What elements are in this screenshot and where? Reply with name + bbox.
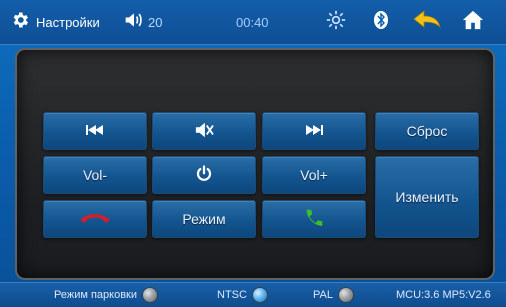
ntsc-label: NTSC [217,289,247,301]
settings-title: Настройки [36,14,100,30]
volume-down-label: Vol- [82,167,108,183]
power-button[interactable] [152,156,256,194]
brightness-button[interactable] [326,0,346,44]
parking-mode-label: Режим парковки [54,289,138,301]
back-arrow-icon [412,9,442,36]
speaker-icon [124,11,144,34]
parking-mode-toggle[interactable]: Режим парковки [54,283,159,307]
previous-track-button[interactable] [43,112,147,150]
reset-button-label: Сброс [406,123,448,139]
version-text: MCU:3.6 MP5:V2.6 [396,289,491,301]
top-bar: Настройки 20 00:40 [0,0,506,45]
ntsc-indicator [251,287,268,303]
power-icon [195,164,213,186]
back-button[interactable] [412,0,442,44]
bluetooth-icon [373,10,389,35]
hang-up-button[interactable] [43,200,147,238]
next-track-icon [304,123,324,139]
change-button-label: Изменить [395,189,459,205]
clock: 00:40 [236,14,269,30]
home-icon [462,9,484,36]
volume-up-label: Vol+ [300,167,328,183]
gear-icon [10,10,30,35]
parking-mode-indicator [142,287,159,303]
brightness-icon [326,10,346,35]
home-button[interactable] [462,0,484,44]
version-info: MCU:3.6 MP5:V2.6 [396,283,491,307]
mute-icon [193,121,215,142]
pal-toggle[interactable]: PAL [313,283,354,307]
control-panel: Сброс Vol- Vol+ Изменить Режим [15,48,495,280]
status-bar: Режим парковки NTSC PAL MCU:3.6 MP5:V2.6 [0,282,506,307]
answer-call-button[interactable] [262,200,366,238]
mode-button[interactable]: Режим [152,200,256,238]
hang-up-icon [78,211,112,228]
answer-call-icon [303,207,325,232]
mute-button[interactable] [152,112,256,150]
volume-value: 20 [148,14,163,30]
volume-up-button[interactable]: Vol+ [262,156,366,194]
next-track-button[interactable] [262,112,366,150]
volume-down-button[interactable]: Vol- [43,156,147,194]
settings-button[interactable]: Настройки [10,0,100,44]
volume-indicator[interactable]: 20 [124,0,162,44]
pal-label: PAL [313,289,333,301]
ntsc-toggle[interactable]: NTSC [217,283,268,307]
pal-indicator [337,287,354,303]
change-button[interactable]: Изменить [375,156,479,238]
bluetooth-button[interactable] [373,0,389,44]
previous-track-icon [85,123,105,139]
mode-button-label: Режим [182,211,226,227]
reset-button[interactable]: Сброс [375,112,479,150]
